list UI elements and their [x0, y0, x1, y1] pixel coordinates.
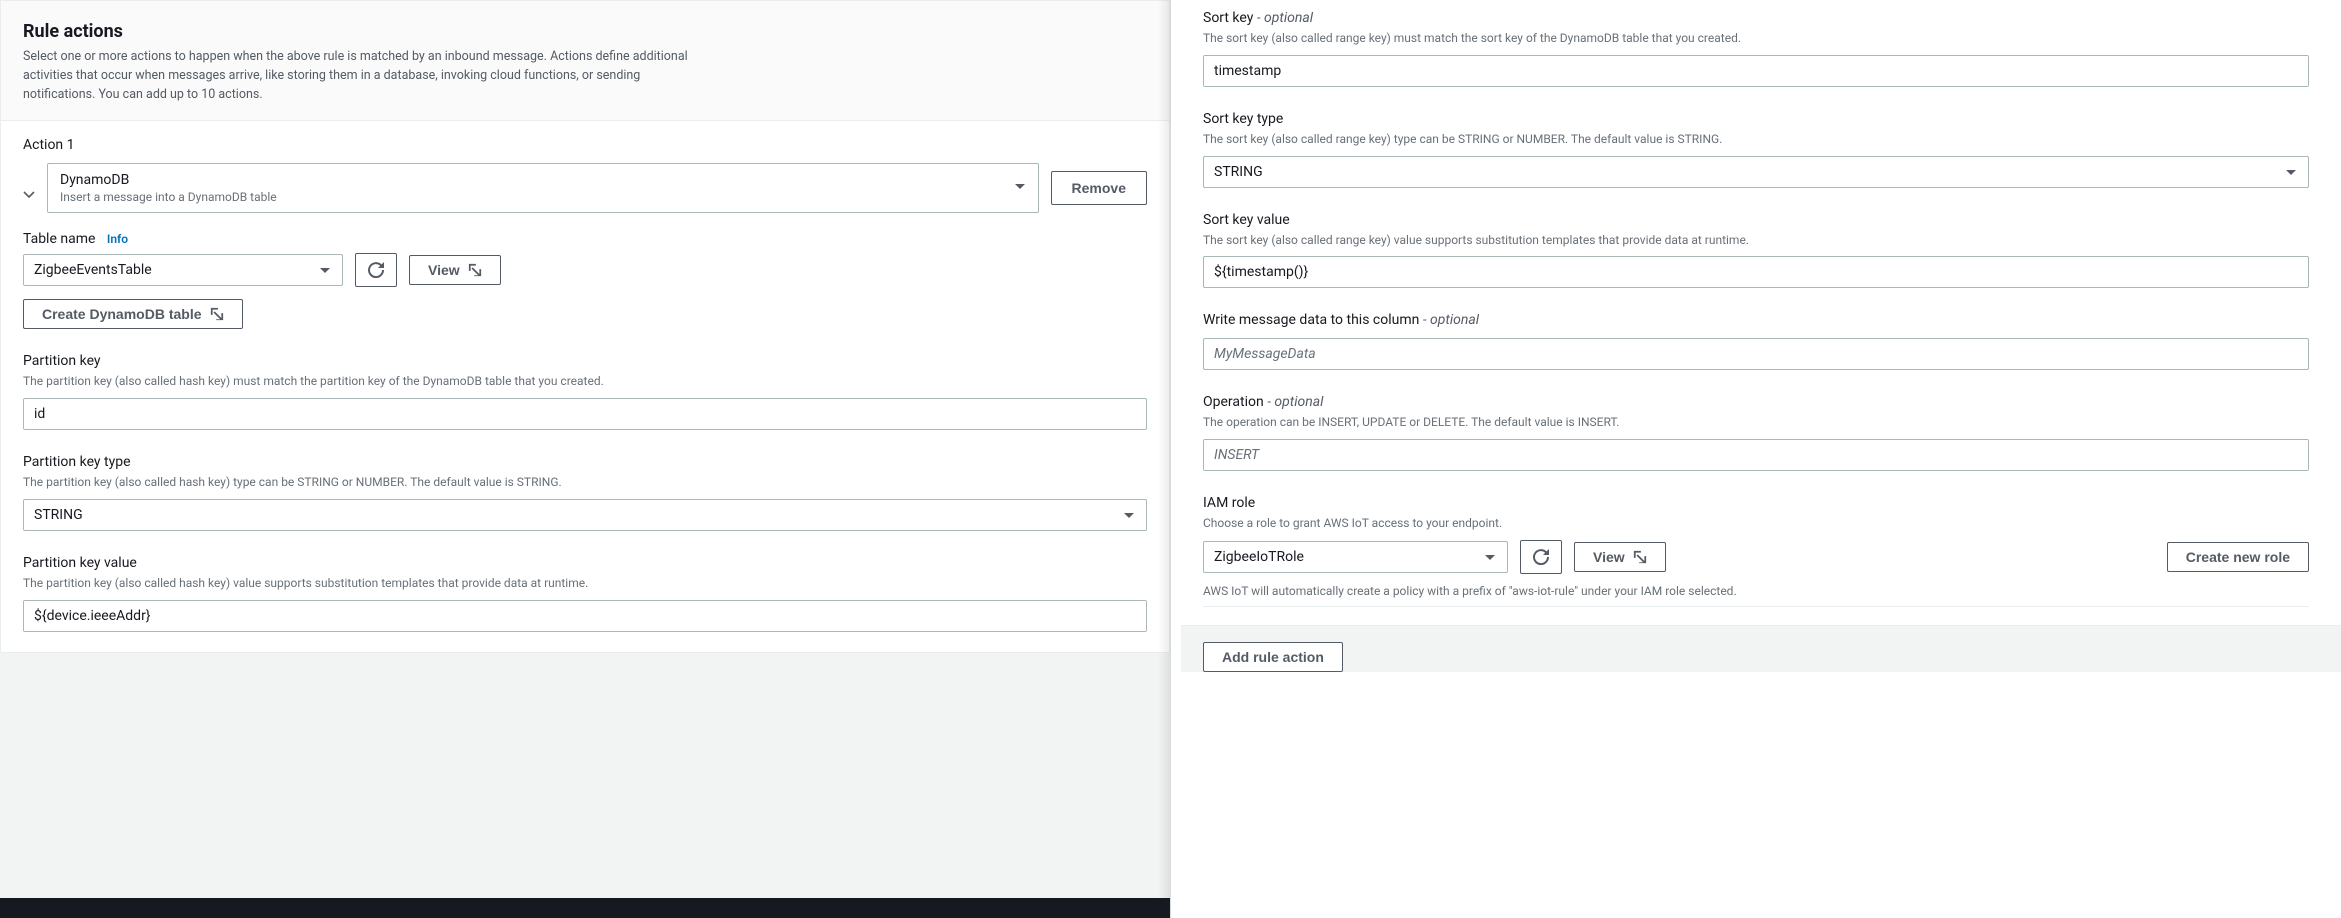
view-table-button[interactable]: View — [409, 255, 501, 285]
external-link-icon — [1633, 550, 1647, 564]
operation-label: Operation - optional — [1203, 394, 2309, 410]
external-link-icon — [468, 263, 482, 277]
optional-text: - optional — [1423, 312, 1479, 328]
refresh-button[interactable] — [355, 253, 397, 287]
rule-actions-header: Rule actions Select one or more actions … — [1, 1, 1169, 121]
operation-help: The operation can be INSERT, UPDATE or D… — [1203, 414, 2309, 431]
action-heading: Action 1 — [23, 137, 1147, 153]
partition-key-label: Partition key — [23, 353, 1147, 369]
table-name-label-text: Table name — [23, 231, 95, 247]
sort-key-label-text: Sort key — [1203, 10, 1253, 26]
create-new-role-button[interactable]: Create new role — [2167, 542, 2309, 572]
sort-key-type-label: Sort key type — [1203, 111, 2309, 127]
add-rule-action-button[interactable]: Add rule action — [1203, 642, 1343, 672]
chevron-down-icon — [23, 189, 35, 201]
sort-key-value-input[interactable] — [1203, 256, 2309, 288]
partition-key-type-select[interactable]: STRING — [23, 499, 1147, 531]
partition-key-type-help: The partition key (also called hash key)… — [23, 474, 1147, 491]
view-label: View — [1593, 549, 1625, 565]
sort-key-type-select[interactable]: STRING — [1203, 156, 2309, 188]
partition-key-value-label: Partition key value — [23, 555, 1147, 571]
action-type-select[interactable]: DynamoDB Insert a message into a DynamoD… — [47, 163, 1039, 213]
message-column-input[interactable] — [1203, 338, 2309, 370]
sort-key-input[interactable] — [1203, 55, 2309, 87]
iam-refresh-button[interactable] — [1520, 540, 1562, 574]
partition-key-help: The partition key (also called hash key)… — [23, 373, 1147, 390]
iam-view-button[interactable]: View — [1574, 542, 1666, 572]
optional-text: - optional — [1267, 394, 1323, 410]
refresh-icon — [368, 262, 384, 278]
info-link[interactable]: Info — [107, 232, 128, 246]
collapse-toggle[interactable] — [23, 163, 35, 213]
action-type-primary: DynamoDB — [60, 172, 1026, 188]
partition-key-input[interactable] — [23, 398, 1147, 430]
operation-label-text: Operation — [1203, 394, 1264, 410]
iam-role-label: IAM role — [1203, 495, 2309, 511]
remove-button[interactable]: Remove — [1051, 171, 1147, 205]
create-dynamodb-table-button[interactable]: Create DynamoDB table — [23, 299, 243, 329]
page-description: Select one or more actions to happen whe… — [23, 48, 703, 104]
action-type-secondary: Insert a message into a DynamoDB table — [60, 190, 1026, 204]
footer-strip — [0, 898, 1170, 918]
partition-key-type-label: Partition key type — [23, 454, 1147, 470]
table-name-label: Table name Info — [23, 231, 1147, 247]
message-column-label: Write message data to this column - opti… — [1203, 312, 2309, 328]
sort-key-label: Sort key - optional — [1203, 10, 2309, 26]
operation-input[interactable] — [1203, 439, 2309, 471]
view-label: View — [428, 262, 460, 278]
iam-role-help: Choose a role to grant AWS IoT access to… — [1203, 515, 2309, 532]
sort-key-value-label: Sort key value — [1203, 212, 2309, 228]
table-name-select[interactable]: ZigbeeEventsTable — [23, 254, 343, 286]
sort-key-type-help: The sort key (also called range key) typ… — [1203, 131, 2309, 148]
partition-key-value-help: The partition key (also called hash key)… — [23, 575, 1147, 592]
message-column-label-text: Write message data to this column — [1203, 312, 1419, 328]
page-title: Rule actions — [23, 21, 1147, 42]
refresh-icon — [1533, 549, 1549, 565]
iam-role-select[interactable]: ZigbeeIoTRole — [1203, 541, 1508, 573]
sort-key-help: The sort key (also called range key) mus… — [1203, 30, 2309, 47]
external-link-icon — [210, 307, 224, 321]
partition-key-value-input[interactable] — [23, 600, 1147, 632]
optional-text: - optional — [1257, 10, 1313, 26]
iam-role-note: AWS IoT will automatically create a poli… — [1203, 584, 2309, 607]
create-table-label: Create DynamoDB table — [42, 306, 202, 322]
sort-key-value-help: The sort key (also called range key) val… — [1203, 232, 2309, 249]
